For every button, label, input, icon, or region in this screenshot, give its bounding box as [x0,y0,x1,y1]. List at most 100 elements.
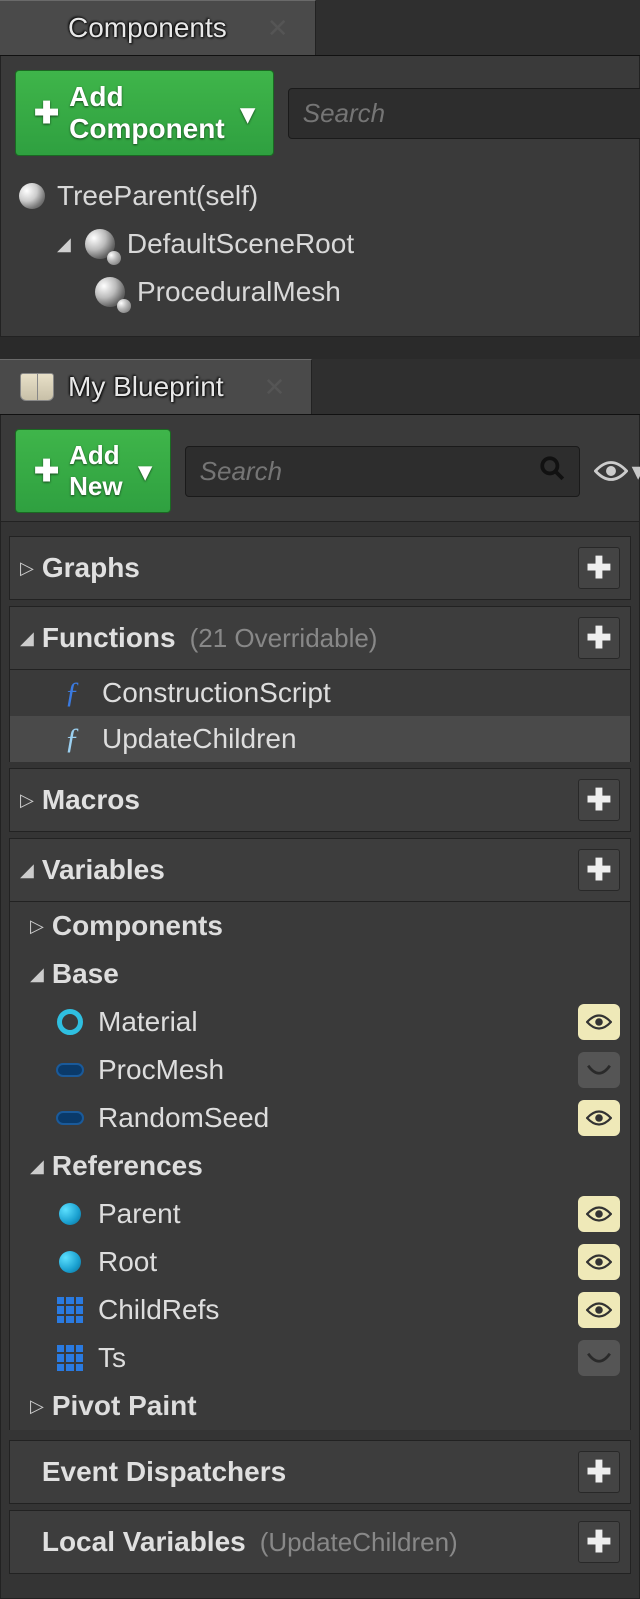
variable-label: Material [98,1006,198,1038]
variable-type-icon [56,1104,84,1132]
blueprint-search[interactable] [185,446,580,497]
variable-label: ChildRefs [98,1294,219,1326]
section-local-variables[interactable]: ▷ Local Variables (UpdateChildren) ✚ [9,1510,631,1574]
section-graphs-label: Graphs [42,552,140,584]
tree-expand-icon[interactable]: ◢ [57,234,71,255]
eye-open-icon[interactable] [578,1196,620,1232]
close-icon[interactable]: ✕ [264,372,286,403]
section-functions-count: (21 Overridable) [190,623,378,654]
function-item[interactable]: ƒ ConstructionScript [9,670,631,716]
var-category-label: References [52,1150,203,1182]
chevron-right-icon: ▷ [30,916,44,937]
add-macro-button[interactable]: ✚ [578,779,620,821]
add-graph-button[interactable]: ✚ [578,547,620,589]
chevron-right-icon: ▷ [20,790,34,811]
section-variables[interactable]: ◢ Variables ✚ [9,838,631,902]
tree-child-row[interactable]: ProceduralMesh [15,268,625,316]
blueprint-search-input[interactable] [200,456,539,487]
eye-open-icon[interactable] [578,1292,620,1328]
blueprint-panel: ✚ Add New ▾ ▾ [0,415,640,522]
var-category-components[interactable]: ▷ Components [9,902,631,950]
function-item[interactable]: ƒ UpdateChildren [9,716,631,762]
add-local-variable-button[interactable]: ✚ [578,1521,620,1563]
blueprint-tab[interactable]: My Blueprint ✕ [0,359,312,414]
tree-scene-root-label: DefaultSceneRoot [127,228,354,260]
add-new-label: Add New [69,440,122,502]
add-variable-button[interactable]: ✚ [578,849,620,891]
add-event-dispatcher-button[interactable]: ✚ [578,1451,620,1493]
variable-item[interactable]: Parent [9,1190,631,1238]
var-category-label: Base [52,958,119,990]
section-event-dispatchers-label: Event Dispatchers [42,1456,286,1488]
book-icon [20,370,54,404]
eye-open-icon[interactable] [578,1100,620,1136]
tree-child-label: ProceduralMesh [137,276,341,308]
chevron-down-icon: ▾ [632,456,640,487]
section-local-variables-label: Local Variables [42,1526,246,1558]
actor-icon [19,183,45,209]
add-new-button[interactable]: ✚ Add New ▾ [15,429,171,513]
section-graphs[interactable]: ▷ Graphs ✚ [9,536,631,600]
chevron-down-icon: ◢ [30,964,44,985]
tree-root-label: TreeParent(self) [57,180,258,212]
var-category-label: Components [52,910,223,942]
close-icon[interactable]: ✕ [267,13,289,44]
chevron-down-icon: ▾ [139,456,152,487]
components-search[interactable] [288,88,640,139]
variable-item[interactable]: Material [9,998,631,1046]
section-event-dispatchers[interactable]: ▷ Event Dispatchers ✚ [9,1440,631,1504]
blueprint-sections: ▷ Graphs ✚ ◢ Functions (21 Overridable) … [0,522,640,1599]
variable-label: Root [98,1246,157,1278]
variable-item[interactable]: Root [9,1238,631,1286]
chevron-down-icon: ◢ [30,1156,44,1177]
variable-label: Ts [98,1342,126,1374]
variable-item[interactable]: Ts [9,1334,631,1382]
variable-type-icon [56,1056,84,1084]
components-panel: ✚ Add Component ▾ TreeParent(self) ◢ Def… [0,56,640,337]
section-functions-label: Functions [42,622,176,654]
tree-root-row[interactable]: TreeParent(self) [15,172,625,220]
variable-type-icon [56,1008,84,1036]
function-icon: ƒ [56,676,88,710]
components-tab-title: Components [68,12,227,44]
section-local-variables-sub: (UpdateChildren) [260,1527,458,1558]
eye-open-icon[interactable] [578,1244,620,1280]
view-options-button[interactable]: ▾ [594,456,640,487]
tree-scene-root-row[interactable]: ◢ DefaultSceneRoot [15,220,625,268]
eye-icon [594,459,628,483]
function-label: UpdateChildren [102,723,297,755]
function-label: ConstructionScript [102,677,331,709]
chevron-down-icon: ▾ [241,97,255,130]
blueprint-tab-title: My Blueprint [68,371,224,403]
variable-type-icon [56,1296,84,1324]
chevron-right-icon: ▷ [20,558,34,579]
add-function-button[interactable]: ✚ [578,617,620,659]
variable-type-icon [56,1344,84,1372]
eye-closed-icon[interactable] [578,1052,620,1088]
variable-label: ProcMesh [98,1054,224,1086]
variable-item[interactable]: ChildRefs [9,1286,631,1334]
variable-type-icon [56,1200,84,1228]
variable-item[interactable]: ProcMesh [9,1046,631,1094]
add-component-button[interactable]: ✚ Add Component ▾ [15,70,274,156]
section-variables-label: Variables [42,854,165,886]
eye-open-icon[interactable] [578,1004,620,1040]
components-tree: TreeParent(self) ◢ DefaultSceneRoot Proc… [15,172,625,316]
scene-component-icon [95,277,125,307]
section-macros[interactable]: ▷ Macros ✚ [9,768,631,832]
var-category-label: Pivot Paint [52,1390,197,1422]
components-tab[interactable]: Components ✕ [0,0,316,55]
components-search-input[interactable] [303,98,640,129]
blueprint-tab-bar: My Blueprint ✕ [0,359,640,415]
section-functions[interactable]: ◢ Functions (21 Overridable) ✚ [9,606,631,670]
variable-label: Parent [98,1198,181,1230]
var-category-base[interactable]: ◢ Base [9,950,631,998]
function-icon: ƒ [56,722,88,756]
pawn-icon [20,11,54,45]
eye-closed-icon[interactable] [578,1340,620,1376]
variable-item[interactable]: RandomSeed [9,1094,631,1142]
var-category-references[interactable]: ◢ References [9,1142,631,1190]
variable-type-icon [56,1248,84,1276]
plus-icon: ✚ [34,454,59,489]
var-category-pivot-paint[interactable]: ▷ Pivot Paint [9,1382,631,1430]
